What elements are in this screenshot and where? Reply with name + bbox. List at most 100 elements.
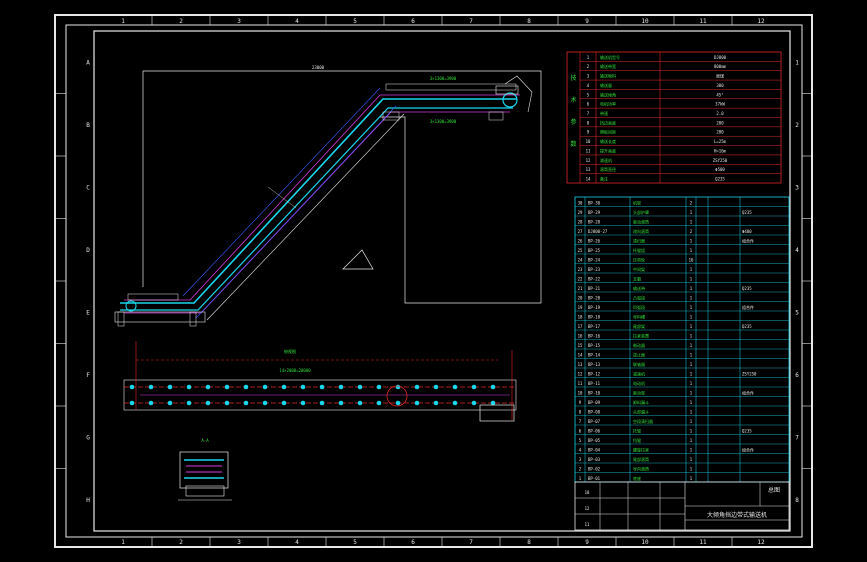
part-code: BP-11 — [588, 381, 601, 386]
tech-side-label: 术 — [570, 96, 576, 104]
part-note: 组合件 — [742, 304, 754, 310]
tech-value: L=25m — [714, 139, 727, 144]
part-name: 底座 — [633, 475, 641, 481]
idler-dot — [129, 400, 135, 406]
tech-no: 1 — [587, 55, 590, 60]
tech-no: 14 — [586, 177, 591, 182]
idler-dot — [338, 384, 344, 390]
part-no: 2 — [579, 466, 582, 471]
tech-name: 带速 — [600, 110, 608, 116]
part-code: BP-23 — [588, 267, 601, 272]
part-no: 7 — [579, 419, 582, 424]
border-col-top: 3 — [237, 18, 241, 25]
idler-dot — [281, 400, 287, 406]
tech-name: 输送倾角 — [600, 91, 616, 97]
part-no: 29 — [578, 210, 583, 215]
idler-dot — [186, 400, 192, 406]
drawing-frame — [93, 30, 791, 532]
border-col-bottom: 11 — [699, 539, 707, 546]
part-note: Q235 — [742, 286, 752, 291]
part-qty: 1 — [690, 267, 693, 272]
part-name: 电动机 — [633, 380, 645, 386]
part-code: BP-07 — [588, 419, 601, 424]
part-name: 驱动滚筒 — [633, 218, 649, 224]
idler-dot — [148, 400, 154, 406]
part-no: 13 — [578, 362, 583, 367]
part-code: BP-10 — [588, 390, 601, 395]
part-no: 11 — [578, 381, 583, 386]
part-name: 螺旋拉紧 — [633, 446, 649, 452]
border-col-top: 2 — [179, 18, 183, 25]
idler-dot — [224, 384, 230, 390]
part-qty: 1 — [690, 333, 693, 338]
part-name: 挡辊 — [633, 437, 641, 443]
border-col-top: 7 — [469, 18, 473, 25]
tech-no: 8 — [587, 120, 590, 125]
part-name: 联轴器 — [633, 361, 645, 367]
border-col-bottom: 6 — [411, 539, 415, 546]
tech-name: 挡边高度 — [600, 119, 616, 125]
part-no: 18 — [578, 314, 583, 319]
plan-view: 俯视图 14×2000=28000 — [123, 341, 517, 422]
part-code: BP-06 — [588, 428, 601, 433]
idler-dot — [338, 400, 344, 406]
part-qty: 2 — [690, 229, 693, 234]
part-no: 17 — [578, 324, 583, 329]
border-col-bottom: 5 — [353, 539, 357, 546]
part-name: 机架 — [633, 199, 641, 205]
border-row-right: 1 — [795, 59, 799, 66]
part-qty: 1 — [690, 362, 693, 367]
tech-side-label: 参 — [570, 118, 576, 126]
border-row-right: 8 — [795, 497, 799, 504]
part-name: 凹弧段 — [633, 304, 645, 310]
part-no: 21 — [578, 286, 583, 291]
part-note: 组合件 — [742, 389, 754, 395]
tech-no: 9 — [587, 130, 590, 135]
tech-name: 滚筒直径 — [600, 166, 616, 172]
title-block: 总图 大倾角挡边带式输送机 18 12 11 — [574, 481, 790, 531]
part-name: 导料槽 — [633, 313, 645, 319]
part-code: BP-15 — [588, 343, 601, 348]
tech-no: 10 — [586, 139, 591, 144]
part-note: Φ400 — [742, 229, 752, 234]
part-no: 1 — [579, 476, 582, 481]
upper-beam-dim: 3×1300=3900 — [430, 76, 457, 81]
part-qty: 1 — [690, 324, 693, 329]
part-name: 拉紧装置 — [633, 332, 649, 338]
part-code: BP-29 — [588, 210, 601, 215]
part-no: 4 — [579, 447, 582, 452]
part-note: 组合件 — [742, 446, 754, 452]
tech-no: 5 — [587, 92, 590, 97]
border-col-top: 1 — [121, 18, 125, 25]
border-row-left: C — [86, 184, 90, 191]
tech-value: 原煤 — [716, 73, 724, 79]
border-row-right: 6 — [795, 372, 799, 379]
tech-value: 800mm — [714, 64, 727, 69]
part-code: BP-04 — [588, 447, 601, 452]
part-no: 24 — [578, 257, 583, 262]
border-col-top: 9 — [585, 18, 589, 25]
border-row-left: B — [86, 122, 90, 129]
border-col-bottom: 4 — [295, 539, 299, 546]
part-no: 9 — [579, 400, 582, 405]
part-code: DJ800-27 — [588, 229, 608, 234]
part-code: BP-01 — [588, 476, 601, 481]
tech-value: Φ500 — [715, 167, 725, 172]
plan-title: 俯视图 — [284, 348, 296, 354]
part-no: 6 — [579, 428, 582, 433]
part-code: BP-09 — [588, 400, 601, 405]
part-code: BP-20 — [588, 295, 601, 300]
section-view: A-A — [178, 438, 232, 501]
idler-dot — [490, 384, 496, 390]
part-note: Q235 — [742, 210, 752, 215]
idler-dot — [205, 384, 211, 390]
tech-value: 280 — [716, 130, 724, 135]
part-no: 23 — [578, 267, 583, 272]
tech-name: 隔板间距 — [600, 129, 616, 135]
part-no: 22 — [578, 276, 583, 281]
part-name: 头部护罩 — [633, 209, 649, 215]
border-col-top: 5 — [353, 18, 357, 25]
tech-value: Q235 — [715, 177, 725, 182]
idler-dot — [490, 400, 496, 406]
angle-marker — [342, 249, 374, 270]
